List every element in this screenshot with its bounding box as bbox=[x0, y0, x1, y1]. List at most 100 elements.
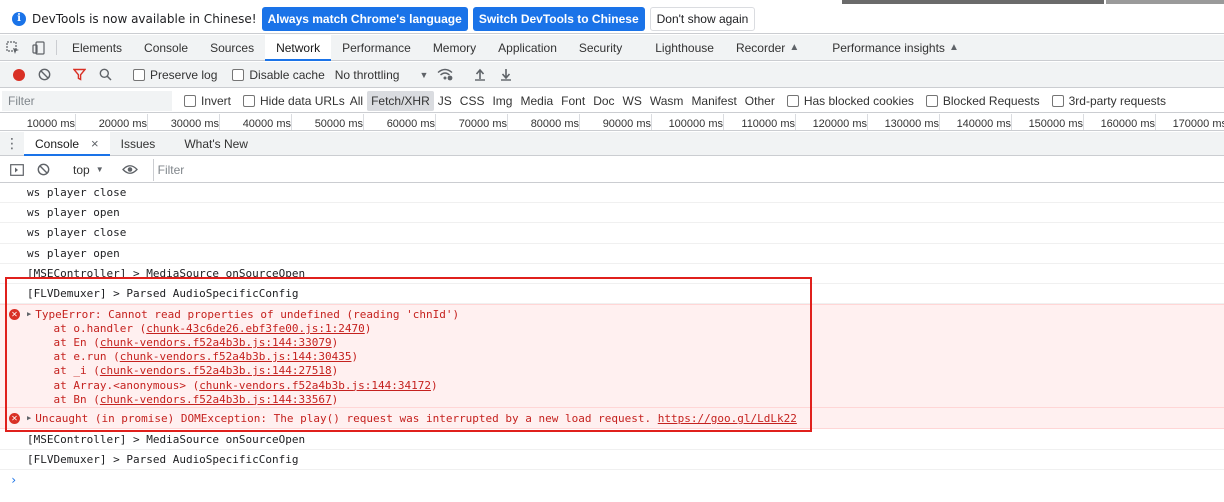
tab-network[interactable]: Network bbox=[265, 35, 332, 61]
stack-frame: at Bn (chunk-vendors.f52a4b3b.js:144:335… bbox=[27, 392, 339, 406]
timeline-tick: 150000 ms bbox=[1012, 114, 1084, 130]
chevron-down-icon: ▼ bbox=[419, 69, 429, 80]
network-conditions-icon[interactable] bbox=[432, 62, 458, 87]
close-icon[interactable]: × bbox=[91, 136, 99, 151]
expand-triangle-icon[interactable]: ▶ bbox=[27, 414, 31, 422]
type-filter-doc[interactable]: Doc bbox=[589, 91, 618, 111]
console-log-message: [MSEController] > MediaSource onSourceOp… bbox=[0, 264, 1224, 284]
console-log-message: ws player open bbox=[0, 244, 1224, 264]
type-filter-other[interactable]: Other bbox=[741, 91, 779, 111]
timeline-tick: 110000 ms bbox=[724, 114, 796, 130]
type-filter-fetch-xhr[interactable]: Fetch/XHR bbox=[367, 90, 434, 111]
inspect-element-icon[interactable] bbox=[0, 35, 26, 60]
tab-application[interactable]: Application bbox=[487, 35, 568, 60]
search-icon[interactable] bbox=[92, 62, 118, 87]
tab-security[interactable]: Security bbox=[568, 35, 633, 60]
expand-triangle-icon[interactable]: ▶ bbox=[27, 310, 31, 318]
live-expression-eye-icon[interactable] bbox=[117, 157, 143, 182]
error-summary[interactable]: ▶ Uncaught (in promise) DOMException: The… bbox=[0, 408, 797, 428]
more-tools-menu-icon[interactable]: ⋮ bbox=[0, 132, 24, 155]
network-overview-timeline[interactable]: 10000 ms 20000 ms 30000 ms 40000 ms 5000… bbox=[0, 114, 1224, 131]
third-party-requests-label: 3rd-party requests bbox=[1068, 93, 1166, 108]
invert-label: Invert bbox=[201, 93, 232, 108]
type-filter-manifest[interactable]: Manifest bbox=[687, 91, 740, 111]
filter-icon[interactable] bbox=[66, 62, 92, 87]
preserve-log-checkbox[interactable]: Preserve log bbox=[133, 68, 217, 82]
drawer-tab-issues[interactable]: Issues bbox=[110, 132, 167, 155]
source-link[interactable]: chunk-vendors.f52a4b3b.js:144:30435 bbox=[120, 350, 352, 363]
type-filter-all[interactable]: All bbox=[346, 91, 367, 111]
console-messages: ws player close ws player open ws player… bbox=[0, 183, 1224, 502]
source-link[interactable]: chunk-vendors.f52a4b3b.js:144:34172 bbox=[199, 379, 431, 392]
info-icon: i bbox=[12, 11, 26, 26]
export-har-icon[interactable] bbox=[493, 62, 519, 87]
hide-data-urls-checkbox[interactable]: Hide data URLs bbox=[243, 94, 345, 108]
drawer-tab-console[interactable]: Console × bbox=[24, 132, 110, 156]
chevron-down-icon: ▼ bbox=[95, 165, 104, 174]
import-har-icon[interactable] bbox=[467, 62, 493, 87]
disable-cache-label: Disable cache bbox=[249, 67, 325, 82]
console-filter-input[interactable]: Filter bbox=[152, 158, 184, 181]
tab-performance-insights[interactable]: Performance insights ▲ bbox=[810, 35, 970, 60]
type-filter-font[interactable]: Font bbox=[557, 91, 589, 111]
main-tab-bar: Elements Console Sources Network Perform… bbox=[0, 35, 1224, 61]
network-filter-input[interactable]: Filter bbox=[2, 90, 172, 111]
source-link[interactable]: chunk-vendors.f52a4b3b.js:144:33567 bbox=[100, 393, 332, 406]
show-sidebar-icon[interactable] bbox=[4, 157, 30, 182]
stack-frame: at o.handler (chunk-43c6de26.ebf3fe00.js… bbox=[27, 321, 372, 335]
source-link[interactable]: chunk-43c6de26.ebf3fe00.js:1:2470 bbox=[146, 322, 365, 335]
type-filter-css[interactable]: CSS bbox=[456, 91, 489, 111]
tab-sources[interactable]: Sources bbox=[199, 35, 265, 60]
tab-recorder[interactable]: Recorder ▲ bbox=[725, 35, 810, 60]
dont-show-again-button[interactable]: Don't show again bbox=[649, 6, 756, 31]
has-blocked-cookies-label: Has blocked cookies bbox=[803, 93, 914, 108]
resource-type-filters: All Fetch/XHR JS CSS Img Media Font Doc … bbox=[346, 90, 779, 111]
switch-to-chinese-button[interactable]: Switch DevTools to Chinese bbox=[472, 6, 645, 31]
tab-performance-insights-label: Performance insights bbox=[832, 40, 945, 55]
disable-cache-checkbox[interactable]: Disable cache bbox=[232, 67, 325, 82]
record-icon[interactable] bbox=[13, 68, 25, 81]
type-filter-js[interactable]: JS bbox=[434, 91, 456, 111]
execution-context-select[interactable]: top ▼ bbox=[73, 163, 104, 177]
tab-elements[interactable]: Elements bbox=[61, 35, 133, 60]
error-summary[interactable]: ▶ TypeError: Cannot read properties of un… bbox=[0, 307, 1224, 321]
drawer-tab-console-label: Console bbox=[35, 136, 80, 151]
third-party-requests-checkbox[interactable]: 3rd-party requests bbox=[1051, 93, 1166, 108]
source-link[interactable]: chunk-vendors.f52a4b3b.js:144:33079 bbox=[100, 336, 332, 349]
drawer-tab-whats-new[interactable]: What's New bbox=[166, 132, 259, 155]
stack-frame: at En (chunk-vendors.f52a4b3b.js:144:330… bbox=[27, 336, 339, 350]
clear-console-icon[interactable] bbox=[30, 157, 56, 182]
blocked-requests-checkbox[interactable]: Blocked Requests bbox=[925, 94, 1040, 108]
device-toolbar-icon[interactable] bbox=[26, 35, 52, 60]
tab-memory[interactable]: Memory bbox=[422, 35, 487, 60]
type-filter-ws[interactable]: WS bbox=[619, 91, 646, 111]
clear-icon[interactable] bbox=[31, 62, 57, 87]
stack-frame: at Array.<anonymous> (chunk-vendors.f52a… bbox=[27, 378, 438, 392]
error-text: Uncaught (in promise) DOMException: The … bbox=[35, 411, 658, 425]
timeline-tick: 60000 ms bbox=[364, 114, 436, 130]
always-match-language-button[interactable]: Always match Chrome's language bbox=[261, 6, 468, 31]
has-blocked-cookies-checkbox[interactable]: Has blocked cookies bbox=[786, 93, 914, 108]
invert-checkbox[interactable]: Invert bbox=[184, 94, 231, 108]
console-error-typeerror: ✕ ▶ TypeError: Cannot read properties of … bbox=[0, 304, 1224, 409]
tab-lighthouse[interactable]: Lighthouse bbox=[633, 35, 725, 60]
tab-console[interactable]: Console bbox=[133, 35, 199, 60]
timeline-tick: 120000 ms bbox=[796, 114, 868, 130]
type-filter-wasm[interactable]: Wasm bbox=[646, 91, 688, 111]
timeline-tick: 50000 ms bbox=[292, 114, 364, 130]
console-prompt-input[interactable]: › bbox=[0, 470, 1224, 490]
source-link[interactable]: chunk-vendors.f52a4b3b.js:144:27518 bbox=[100, 364, 332, 377]
console-log-message: ws player close bbox=[0, 223, 1224, 244]
flask-icon: ▲ bbox=[789, 42, 800, 53]
console-error-domexception: ✕ ▶ Uncaught (in promise) DOMException: T… bbox=[0, 408, 1224, 430]
throttling-select[interactable]: No throttling ▼ bbox=[335, 68, 429, 82]
tab-performance[interactable]: Performance bbox=[331, 35, 422, 60]
prompt-chevron-icon: › bbox=[10, 472, 18, 487]
type-filter-img[interactable]: Img bbox=[488, 91, 516, 111]
type-filter-media[interactable]: Media bbox=[516, 91, 557, 111]
source-link[interactable]: https://goo.gl/LdLk22 bbox=[658, 412, 797, 425]
timeline-tick: 140000 ms bbox=[940, 114, 1012, 130]
timeline-tick: 80000 ms bbox=[508, 114, 580, 130]
timeline-tick: 70000 ms bbox=[436, 114, 508, 130]
network-toolbar: Preserve log Disable cache No throttling… bbox=[0, 62, 1224, 88]
